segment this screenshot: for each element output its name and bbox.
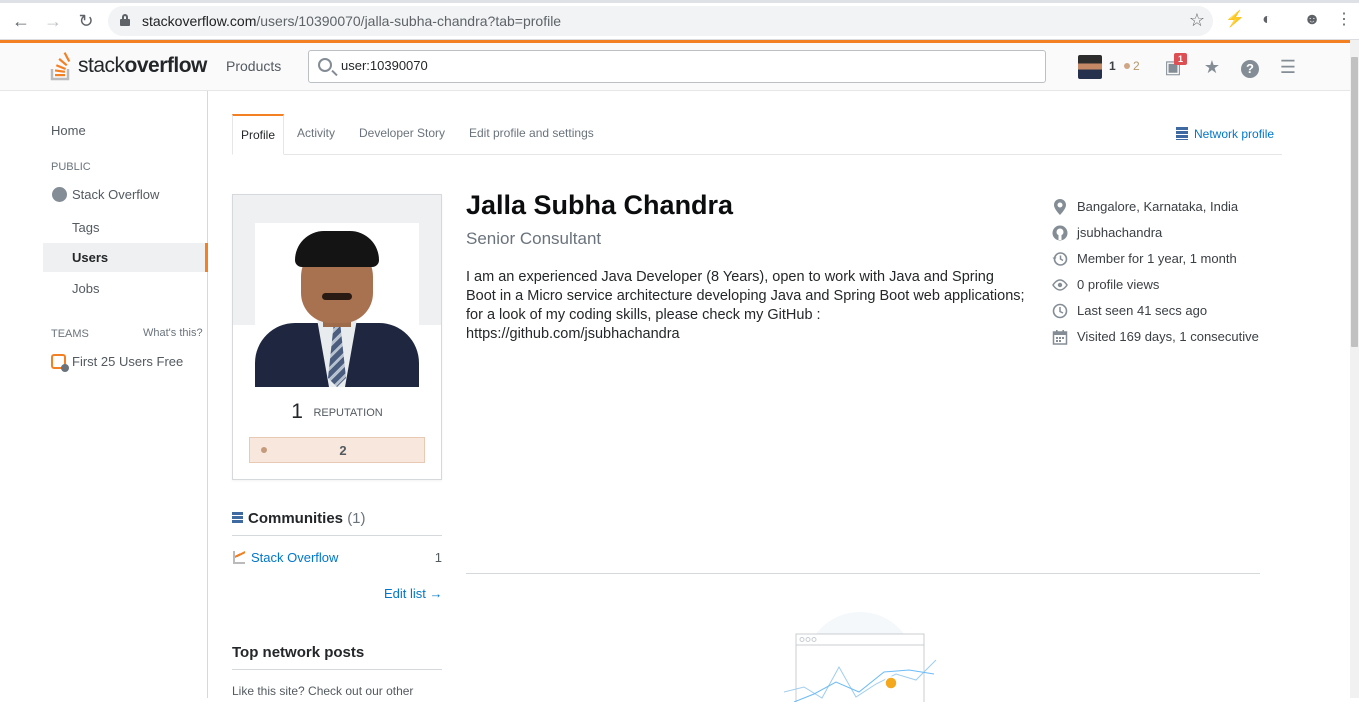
- address-bar[interactable]: stackoverflow.com/users/10390070/jalla-s…: [108, 6, 1213, 36]
- sidebar-item-users[interactable]: Users: [43, 243, 208, 272]
- inbox-count-badge: 1: [1174, 53, 1188, 65]
- clock-icon: [1052, 303, 1068, 319]
- meta-last-seen: Last seen 41 secs ago: [1050, 300, 1290, 326]
- reputation-value: 1: [291, 400, 303, 423]
- products-menu[interactable]: Products: [226, 58, 281, 74]
- community-reputation: 1: [434, 550, 442, 565]
- top-network-posts-header: Top network posts: [232, 644, 442, 670]
- sidebar-teams-header: TEAMS: [51, 328, 89, 340]
- network-profile-link[interactable]: Network profile: [1176, 127, 1274, 141]
- top-network-posts-text: Like this site? Check out our other: [232, 684, 414, 698]
- bronze-badge-icon: [1124, 63, 1130, 69]
- user-bio: I am an experienced Java Developer (8 Ye…: [466, 269, 1025, 342]
- sidebar-item-jobs[interactable]: Jobs: [72, 281, 99, 296]
- meta-profile-views: 0 profile views: [1050, 274, 1290, 300]
- stackexchange-icon: [1176, 127, 1188, 140]
- tab-activity[interactable]: Activity: [289, 114, 343, 155]
- user-display-name: Jalla Subha Chandra: [466, 190, 734, 220]
- site-switcher-icon[interactable]: ☰: [1276, 55, 1300, 79]
- extension-lightning-icon[interactable]: ⚡: [1225, 10, 1245, 30]
- profile-card: 1 REPUTATION 2: [232, 194, 442, 480]
- browser-toolbar: ← → ↻ stackoverflow.com/users/10390070/j…: [0, 0, 1359, 40]
- meta-visited: Visited 169 days, 1 consecutive: [1050, 326, 1290, 352]
- empty-state-chart-illustration: [784, 612, 937, 702]
- achievements-trophy-icon[interactable]: ★: [1200, 55, 1224, 79]
- stackexchange-icon: [232, 512, 243, 524]
- topbar-reputation[interactable]: 1: [1109, 59, 1116, 73]
- community-name[interactable]: Stack Overflow: [251, 550, 338, 565]
- profile-photo[interactable]: [255, 223, 419, 387]
- community-item[interactable]: Stack Overflow 1: [232, 550, 442, 566]
- user-title: Senior Consultant: [466, 229, 602, 248]
- meta-github: jsubhachandra: [1050, 222, 1290, 248]
- meta-member-for: Member for 1 year, 1 month: [1050, 248, 1290, 274]
- location-pin-icon: [1052, 199, 1068, 215]
- scrollbar-thumb[interactable]: [1351, 57, 1358, 347]
- teams-briefcase-icon: [51, 354, 69, 372]
- search-icon: [318, 58, 332, 72]
- history-icon: [1052, 251, 1068, 267]
- sidebar-public-header: PUBLIC: [51, 161, 91, 173]
- sidebar-item-tags[interactable]: Tags: [72, 220, 99, 235]
- globe-icon: [52, 187, 67, 202]
- whats-this-link[interactable]: What's this?: [143, 327, 203, 339]
- stackoverflow-icon: [233, 551, 245, 564]
- search-input[interactable]: [341, 58, 1031, 73]
- reload-icon[interactable]: ↻: [75, 10, 97, 32]
- page-scrollbar[interactable]: [1350, 40, 1359, 698]
- url-text[interactable]: stackoverflow.com/users/10390070/jalla-s…: [142, 13, 561, 29]
- stack-logo-icon: [50, 52, 71, 81]
- tab-profile[interactable]: Profile: [232, 114, 285, 155]
- tab-developer-story[interactable]: Developer Story: [351, 114, 453, 155]
- topbar-bronze-badges[interactable]: 2: [1124, 59, 1140, 73]
- bronze-badge-box[interactable]: 2: [249, 437, 425, 463]
- sidebar-item-home[interactable]: Home: [51, 123, 86, 138]
- tab-edit-profile[interactable]: Edit profile and settings: [461, 114, 602, 155]
- communities-header: Communities (1): [232, 509, 442, 536]
- extension-circle-icon[interactable]: ◐: [1257, 10, 1277, 30]
- bronze-badge-count: 2: [339, 443, 347, 458]
- back-icon[interactable]: ←: [10, 10, 32, 32]
- user-avatar[interactable]: [1078, 55, 1102, 79]
- reputation-summary: 1 REPUTATION: [233, 400, 441, 424]
- stackoverflow-logo[interactable]: stackoverflow: [50, 49, 207, 83]
- help-icon[interactable]: ?: [1238, 55, 1262, 79]
- edit-list-link[interactable]: Edit list →: [384, 586, 443, 601]
- sidebar-item-stack-overflow[interactable]: Stack Overflow: [72, 187, 159, 202]
- teams-free-link[interactable]: First 25 Users Free: [72, 354, 183, 369]
- bookmark-star-icon[interactable]: ☆: [1189, 10, 1205, 31]
- search-box[interactable]: [308, 50, 1046, 83]
- eye-icon: [1052, 277, 1068, 293]
- section-divider: [466, 573, 1260, 574]
- site-header: stackoverflow Products 1 2 ▣ 1 ★ ? ☰: [0, 40, 1350, 91]
- profile-tabs: Profile Activity Developer Story Edit pr…: [232, 114, 1282, 155]
- left-sidebar: Home PUBLIC Stack Overflow Tags Users Jo…: [0, 91, 208, 698]
- menu-kebab-icon[interactable]: ⋮: [1334, 10, 1354, 30]
- meta-location: Bangalore, Karnataka, India: [1050, 196, 1290, 222]
- github-icon: [1052, 225, 1068, 241]
- forward-icon[interactable]: →: [42, 10, 64, 32]
- tab-strip: [0, 0, 1359, 3]
- profile-meta-list: Bangalore, Karnataka, India jsubhachandr…: [1050, 196, 1290, 352]
- account-icon[interactable]: ☻: [1302, 10, 1322, 30]
- lock-icon: [120, 14, 130, 26]
- calendar-icon: [1052, 329, 1068, 345]
- reputation-label: REPUTATION: [313, 407, 383, 419]
